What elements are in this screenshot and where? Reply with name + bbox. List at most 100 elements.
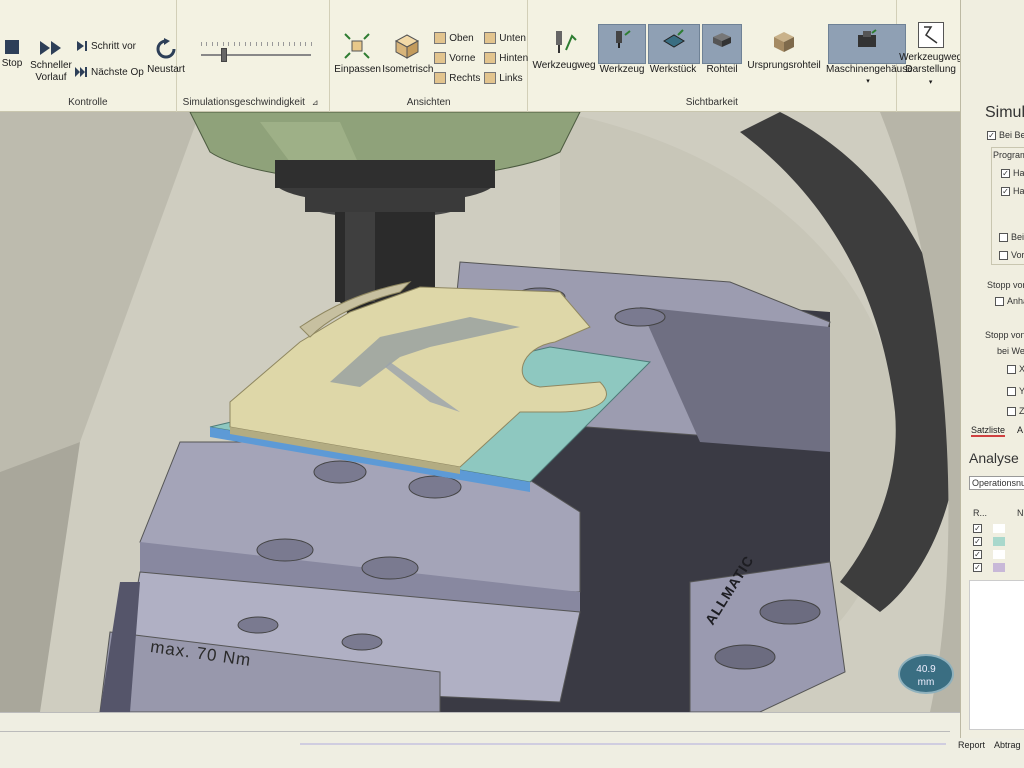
slider-tick <box>255 42 257 46</box>
panel-title: Simula <box>985 104 1024 121</box>
stop-button[interactable]: Stop <box>0 40 24 70</box>
checkbox-icon[interactable] <box>999 250 1008 260</box>
slider-tick <box>217 42 219 46</box>
slider-tick <box>250 42 252 46</box>
fast-forward-button[interactable]: Schneller Vorlauf <box>28 40 74 84</box>
slider-tick <box>206 42 208 46</box>
slider-tick <box>239 42 241 46</box>
option-z[interactable]: Z <box>1007 406 1024 416</box>
next-op-icon <box>75 67 87 77</box>
bottom-divider <box>0 731 950 732</box>
analyse-title: Analyse <box>969 450 1019 466</box>
slider-tick <box>228 42 230 46</box>
step-forward-icon <box>77 41 87 51</box>
view-oben-button[interactable]: Oben <box>434 32 474 44</box>
view-vorne-button[interactable]: Vorne <box>434 52 475 64</box>
slider-tick <box>299 42 301 46</box>
tab-a[interactable]: A <box>1017 425 1023 435</box>
checkbox-checked-icon[interactable]: ✓ <box>973 550 982 559</box>
color-swatch <box>993 537 1005 546</box>
chevron-down-icon: ▾ <box>928 79 933 86</box>
tool-icon <box>616 30 631 48</box>
group-darstellung: Werkzeugweg Darstellung ▾ <box>897 0 963 112</box>
group-label-speed: Simulationsgeschwindigkeit ⊿ <box>182 97 319 108</box>
einpassen-button[interactable]: Einpassen <box>334 32 381 76</box>
slider-tick <box>261 42 263 46</box>
checkbox-checked-icon[interactable]: ✓ <box>973 524 982 533</box>
speed-slider[interactable] <box>200 42 312 62</box>
option-bei[interactable]: Bei <box>999 232 1024 242</box>
werkstueck-label: Werkstück <box>649 64 697 75</box>
maschinengehaeuse-toggle[interactable] <box>828 24 907 64</box>
bottom-bar <box>0 712 960 768</box>
option-ha-2[interactable]: ✓ Ha <box>1001 186 1024 196</box>
tab-report[interactable]: Report <box>958 740 985 750</box>
rohteil-toggle[interactable] <box>702 24 743 64</box>
werkzeugweg-toggle[interactable]: Werkzeugweg <box>532 28 596 72</box>
tab-abtrag[interactable]: Abtrag <box>994 740 1021 750</box>
tab-satzliste[interactable]: Satzliste <box>971 425 1006 437</box>
color-swatch <box>993 524 1005 533</box>
simulation-viewport[interactable]: max. 70 Nm ALLMATIC ▾ ⊓ ✕ <box>0 112 976 712</box>
slider-tick <box>200 42 202 46</box>
original-raw-part-icon <box>774 32 795 52</box>
restart-icon <box>156 38 176 59</box>
checkbox-icon[interactable] <box>995 296 1004 306</box>
step-forward-button[interactable]: Schritt vor <box>76 40 136 52</box>
slider-tick <box>283 42 285 46</box>
view-rechts-button[interactable]: Rechts <box>434 72 480 84</box>
werkstueck-toggle[interactable] <box>648 24 701 64</box>
checkbox-checked-icon[interactable]: ✓ <box>1001 168 1010 178</box>
checkbox-icon[interactable] <box>1007 406 1016 416</box>
bottom-progress <box>300 743 950 745</box>
dialog-launcher-icon[interactable]: ⊿ <box>312 98 319 107</box>
checkbox-icon[interactable] <box>999 232 1008 242</box>
table-row[interactable]: ✓ <box>973 524 1005 533</box>
col-header-r: R... <box>973 508 988 518</box>
cube-top-icon <box>434 32 447 44</box>
slider-tick <box>233 42 235 46</box>
group-ansichten: Einpassen Isometrisch Oben Vorne Rechts … <box>330 0 528 112</box>
isometrisch-button[interactable]: Isometrisch <box>382 32 433 76</box>
checkbox-checked-icon[interactable]: ✓ <box>1001 186 1010 196</box>
view-unten-button[interactable]: Unten <box>484 32 526 44</box>
col-header-n: N <box>1017 508 1024 518</box>
option-vor[interactable]: Vor <box>999 250 1024 260</box>
next-op-button[interactable]: Nächste Op <box>74 66 144 78</box>
option-anha[interactable]: Anha <box>995 296 1024 306</box>
option-x[interactable]: X <box>1007 364 1024 374</box>
table-row[interactable]: ✓ <box>973 550 1005 559</box>
isometric-cube-icon <box>395 34 420 59</box>
slider-tick <box>277 42 279 46</box>
checkbox-checked-icon[interactable]: ✓ <box>987 130 996 140</box>
group-label-kontrolle: Kontrolle <box>68 97 108 108</box>
stop-icon <box>5 40 19 54</box>
ursprungsrohteil-toggle[interactable]: Ursprungsrohteil <box>742 28 826 72</box>
table-row[interactable]: ✓ <box>973 563 1005 572</box>
option-bei-be[interactable]: ✓ Bei Be <box>987 130 1024 140</box>
table-row[interactable]: ✓ <box>973 537 1005 546</box>
cube-left-icon <box>484 72 497 84</box>
group-sichtbarkeit: Werkzeugweg Werkzeug Werkstück Rohteil U… <box>528 0 913 112</box>
view-links-button[interactable]: Links <box>484 72 523 84</box>
view-hinten-button[interactable]: Hinten <box>484 52 528 64</box>
checkbox-icon[interactable] <box>1007 364 1016 374</box>
measure-badge: 40.9 mm <box>898 654 954 694</box>
rohteil-label: Rohteil <box>706 64 738 75</box>
fit-view-icon <box>344 33 370 59</box>
checkbox-checked-icon[interactable]: ✓ <box>973 537 982 546</box>
toolpath-icon <box>556 31 577 53</box>
checkbox-checked-icon[interactable]: ✓ <box>973 563 982 572</box>
werkzeug-toggle[interactable] <box>598 24 647 64</box>
group-label-ansichten: Ansichten <box>406 97 451 108</box>
operations-dropdown[interactable]: Operationsnu <box>969 476 1024 490</box>
group-speed: Simulationsgeschwindigkeit ⊿ <box>177 0 331 112</box>
checkbox-icon[interactable] <box>1007 386 1016 396</box>
group-label-sichtbarkeit: Sichtbarkeit <box>685 97 738 108</box>
werkzeugweg-darstellung-button[interactable]: Werkzeugweg Darstellung ▾ <box>899 22 963 89</box>
slider-tick <box>211 42 213 46</box>
option-y[interactable]: Y <box>1007 386 1024 396</box>
option-ha-1[interactable]: ✓ Ha <box>1001 168 1024 178</box>
speed-slider-thumb[interactable] <box>221 48 228 62</box>
workpiece-icon <box>663 29 686 48</box>
